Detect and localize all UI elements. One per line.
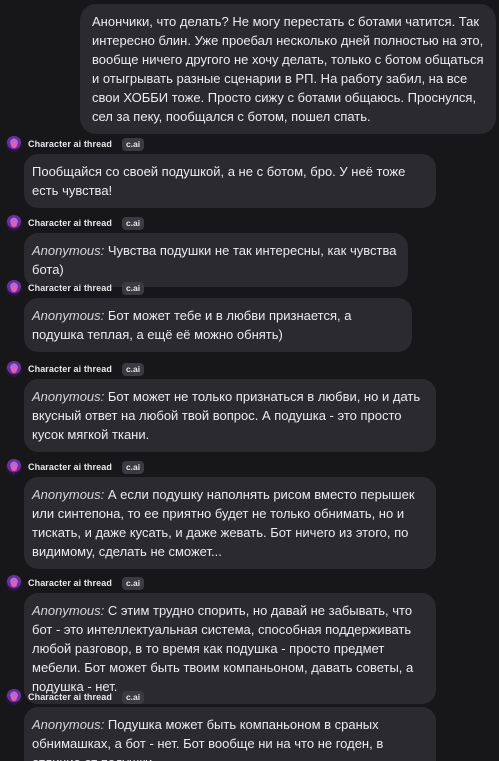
message-text: Пообщайся со своей подушкой, а не с бото…: [32, 164, 406, 198]
message-author: Anonymous:: [32, 389, 105, 404]
bot-header: Character ai thread c.ai: [6, 458, 145, 476]
bot-header: Character ai thread c.ai: [6, 135, 145, 153]
bot-badge: c.ai: [121, 281, 145, 295]
bot-name[interactable]: Character ai thread: [28, 139, 112, 149]
bot-header: Character ai thread c.ai: [6, 360, 145, 378]
bot-badge: c.ai: [121, 690, 145, 704]
message-author: Anonymous:: [32, 243, 105, 258]
bot-badge: c.ai: [121, 216, 145, 230]
bot-message-bubble[interactable]: Пообщайся со своей подушкой, а не с бото…: [24, 154, 436, 208]
chat-thread: Анончики, что делать? Не могу перестать …: [0, 0, 499, 761]
bot-header: Character ai thread c.ai: [6, 688, 145, 706]
bot-name[interactable]: Character ai thread: [28, 692, 112, 702]
bot-name[interactable]: Character ai thread: [28, 364, 112, 374]
avatar-icon[interactable]: [6, 215, 22, 231]
bot-badge: c.ai: [121, 362, 145, 376]
avatar-icon[interactable]: [6, 136, 22, 152]
bot-badge: c.ai: [121, 576, 145, 590]
user-message-text: Анончики, что делать? Не могу перестать …: [92, 14, 484, 124]
bot-name[interactable]: Character ai thread: [28, 218, 112, 228]
avatar-icon[interactable]: [6, 459, 22, 475]
user-message-bubble[interactable]: Анончики, что делать? Не могу перестать …: [80, 4, 496, 134]
bot-name[interactable]: Character ai thread: [28, 462, 112, 472]
bot-header: Character ai thread c.ai: [6, 214, 145, 232]
bot-message-bubble[interactable]: Anonymous: Бот может тебе и в любви приз…: [24, 298, 412, 352]
bot-badge: c.ai: [121, 137, 145, 151]
message-author: Anonymous:: [32, 308, 105, 323]
bot-name[interactable]: Character ai thread: [28, 578, 112, 588]
bot-header: Character ai thread c.ai: [6, 279, 145, 297]
avatar-icon[interactable]: [6, 361, 22, 377]
bot-message-bubble[interactable]: Anonymous: Подушка может быть компаньоно…: [24, 707, 436, 761]
avatar-icon[interactable]: [6, 575, 22, 591]
bot-name[interactable]: Character ai thread: [28, 283, 112, 293]
bot-message-bubble[interactable]: Anonymous: А если подушку наполнять рисо…: [24, 477, 436, 569]
message-author: Anonymous:: [32, 487, 105, 502]
bot-message-bubble[interactable]: Anonymous: Бот может не только признатьс…: [24, 379, 436, 452]
message-author: Anonymous:: [32, 603, 105, 618]
bot-header: Character ai thread c.ai: [6, 574, 145, 592]
avatar-icon[interactable]: [6, 280, 22, 296]
message-author: Anonymous:: [32, 717, 105, 732]
bot-badge: c.ai: [121, 460, 145, 474]
avatar-icon[interactable]: [6, 689, 22, 705]
